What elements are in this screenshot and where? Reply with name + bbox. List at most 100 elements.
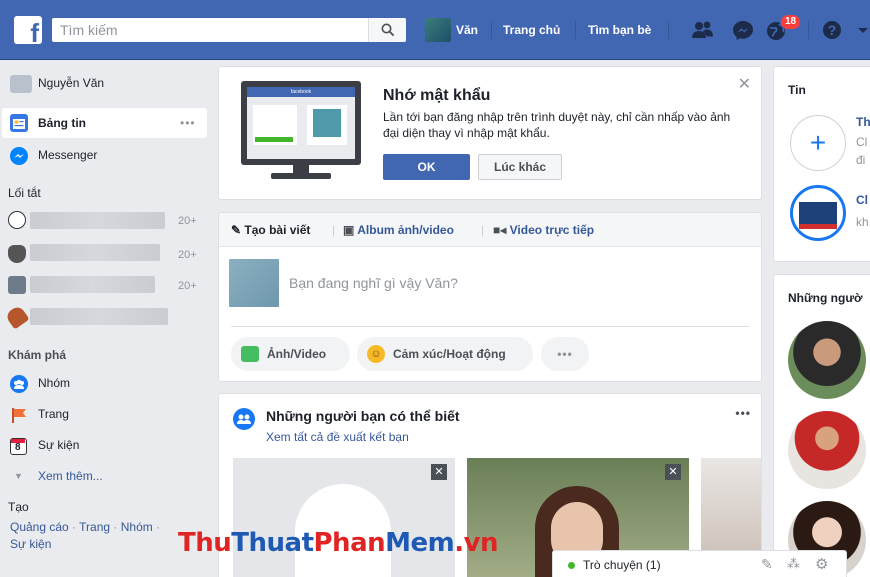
messenger-icon <box>10 147 28 165</box>
feeling-activity-button[interactable]: ☺ Cảm xúc/Hoạt động <box>357 337 533 371</box>
svg-text:?: ? <box>828 22 837 38</box>
more-options-icon[interactable]: ••• <box>541 337 589 371</box>
create-heading: Tạo <box>8 500 29 514</box>
later-button[interactable]: Lúc khác <box>478 154 562 180</box>
remember-password-card: facebook Nhớ mật khẩu Lần tới bạn đăng n… <box>218 66 762 200</box>
story-1-sub2: đi <box>856 153 866 167</box>
more-options-icon[interactable]: ••• <box>180 108 196 138</box>
shield-icon <box>8 245 26 263</box>
sidebar-item-news-feed[interactable]: Bảng tin ••• <box>2 108 207 138</box>
search-input[interactable] <box>52 18 372 42</box>
stories-title: Tin <box>788 83 806 97</box>
see-all-suggestions-link[interactable]: Xem tất cả đề xuất kết bạn <box>266 430 409 444</box>
friends-icon <box>233 408 255 430</box>
person-avatar-1[interactable] <box>788 321 866 399</box>
compose-icon[interactable]: ✎ <box>761 556 773 573</box>
photo-icon <box>241 346 259 362</box>
blurred-shortcut-name <box>30 308 168 325</box>
story-2-name[interactable]: Cl <box>856 193 868 207</box>
profile-avatar[interactable] <box>425 18 451 42</box>
create-links: Quảng cáo · Trang · Nhóm · Sự kiện <box>10 520 161 551</box>
people-column: Những ngườ <box>773 274 870 577</box>
profile-link[interactable]: Văn <box>456 16 478 44</box>
flag-icon <box>10 406 28 424</box>
feeling-activity-label: Cảm xúc/Hoạt động <box>393 347 506 361</box>
ok-button[interactable]: OK <box>383 154 470 180</box>
dismiss-icon[interactable]: ✕ <box>665 464 681 480</box>
nav-divider <box>808 21 809 39</box>
chat-bar[interactable]: Trò chuyện (1) ✎ ⁂ ⚙ <box>552 550 847 577</box>
shortcut-count: 20+ <box>178 249 197 261</box>
tab-live-video[interactable]: ■◂ Video trực tiếp <box>493 223 594 237</box>
groups-icon <box>10 375 28 393</box>
events-label: Sự kiện <box>38 438 80 452</box>
tab-create-post[interactable]: ✎ Tạo bài viết <box>231 223 310 237</box>
nav-divider <box>668 21 669 39</box>
friend-requests-icon[interactable] <box>690 18 716 42</box>
explore-heading: Khám phá <box>8 348 67 362</box>
find-friends-link[interactable]: Tìm bạn bè <box>588 16 651 44</box>
blurred-shortcut-name <box>30 244 160 261</box>
create-ad-link[interactable]: Quảng cáo <box>10 520 69 534</box>
chat-label: Trò chuyện (1) <box>583 558 661 572</box>
story-2-avatar[interactable] <box>790 185 846 241</box>
create-event-link[interactable]: Sự kiện <box>10 537 51 551</box>
pencil-icon: ✎ <box>231 223 242 237</box>
see-more-label: Xem thêm... <box>38 469 103 483</box>
news-feed-icon <box>10 114 28 132</box>
groups-label: Nhóm <box>38 376 71 390</box>
monitor-illustration: facebook <box>241 81 361 181</box>
smile-icon: ☺ <box>367 345 385 363</box>
dismiss-icon[interactable]: ✕ <box>431 464 447 480</box>
notification-badge: 18 <box>780 14 802 30</box>
user-name: Nguyễn Văn <box>38 76 105 90</box>
blurred-shortcut-name <box>30 276 155 293</box>
home-link[interactable]: Trang chủ <box>503 16 560 44</box>
shortcuts-heading: Lối tắt <box>8 186 41 200</box>
plus-icon: + <box>809 127 827 158</box>
composer-input[interactable]: Bạn đang nghĩ gì vậy Văn? <box>289 275 458 291</box>
news-feed-label: Bảng tin <box>38 116 86 130</box>
tab-create-post-label: Tạo bài viết <box>244 223 311 237</box>
post-composer: ✎ Tạo bài viết | ▣ Album ảnh/video | ■◂ … <box>218 212 762 382</box>
help-icon[interactable]: ? <box>820 18 846 42</box>
tab-photo-album[interactable]: ▣ Album ảnh/video <box>343 223 454 237</box>
nav-divider <box>491 21 492 39</box>
messenger-icon[interactable] <box>730 18 756 42</box>
tab-divider: | <box>481 223 485 237</box>
calendar-icon: 8 <box>10 438 27 455</box>
person-avatar-2[interactable] <box>788 411 866 489</box>
account-menu-icon[interactable] <box>852 18 870 42</box>
nav-divider <box>575 21 576 39</box>
tab-divider: | <box>332 223 336 237</box>
user-avatar <box>10 75 32 93</box>
story-1-sub: Cl <box>856 135 868 149</box>
composer-divider <box>231 326 749 327</box>
pymk-title: Những người bạn có thể biết <box>266 408 460 424</box>
facebook-logo-icon[interactable]: f <box>14 16 42 46</box>
create-group-link[interactable]: Nhóm <box>121 520 153 534</box>
top-bar: f Văn Trang chủ Tìm bạn bè 18 ? <box>0 0 870 60</box>
stories-card: Tin + Th Cl đi Cl kh <box>773 66 870 262</box>
people-title: Những ngườ <box>788 291 863 305</box>
close-icon[interactable]: ✕ <box>738 77 751 93</box>
new-group-icon[interactable]: ⁂ <box>787 556 800 572</box>
photo-video-label: Ảnh/Video <box>267 347 327 361</box>
calendar-day: 8 <box>15 442 21 453</box>
suggestion-photo-1[interactable]: ✕ <box>233 458 455 577</box>
video-camera-icon: ■◂ <box>493 223 507 237</box>
story-1-name[interactable]: Th <box>856 115 870 129</box>
more-options-icon[interactable]: ••• <box>735 406 751 420</box>
skull-icon <box>8 211 26 229</box>
shortcut-count: 20+ <box>178 215 197 227</box>
add-story-button[interactable]: + <box>790 115 846 171</box>
chevron-down-icon: ▼ <box>14 471 23 481</box>
album-icon: ▣ <box>343 223 355 237</box>
create-page-link[interactable]: Trang <box>79 520 110 534</box>
photo-video-button[interactable]: Ảnh/Video <box>231 337 350 371</box>
illustration-label: facebook <box>247 87 355 97</box>
settings-gear-icon[interactable]: ⚙ <box>815 555 828 573</box>
search-box <box>52 18 406 42</box>
shortcut-count: 20+ <box>178 280 197 292</box>
search-button[interactable] <box>368 18 406 42</box>
